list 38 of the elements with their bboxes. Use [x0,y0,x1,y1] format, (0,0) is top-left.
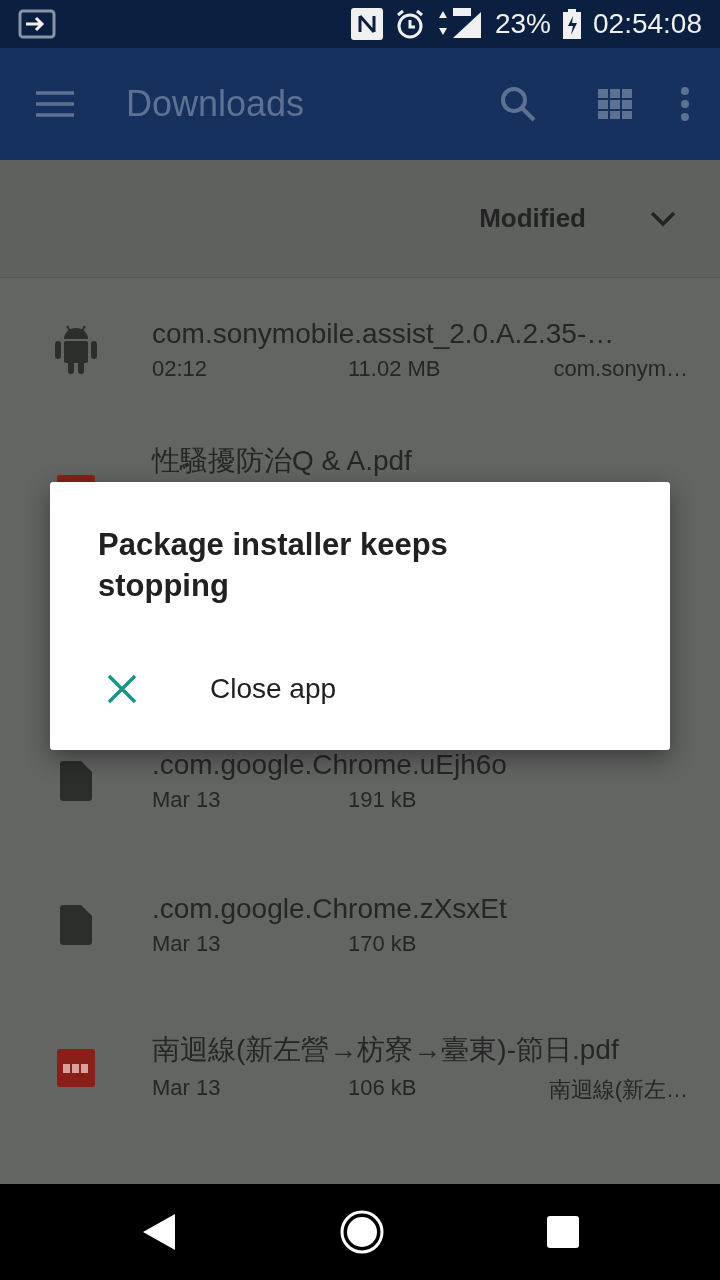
recents-icon[interactable] [546,1216,579,1248]
file-date: Mar 13 [152,1075,222,1103]
back-icon[interactable] [141,1212,178,1252]
file-source: 南迴線(新左… [547,1076,688,1105]
nfc-icon [350,8,383,40]
file-date: Mar 13 [152,930,222,957]
file-name[interactable]: .com.google.Chrome.uEjh6o [152,748,688,781]
chevron-down-icon[interactable] [650,210,676,227]
more-icon[interactable] [680,87,690,121]
file-size: 191 kB [348,786,418,813]
grid-icon[interactable] [598,89,632,119]
clock: 02:54:08 [593,8,702,40]
battery-icon [563,9,581,39]
sort-label[interactable]: Modified [479,203,586,234]
alarm-icon [394,9,425,39]
file-name[interactable]: .com.google.Chrome.zXsxEt [152,892,688,925]
file-source: com.sonym… [552,355,688,382]
battery-percent: 23% [494,8,551,40]
dialog-title: Package installer keeps stopping [98,526,449,605]
app-title: Downloads [126,83,306,125]
file-name[interactable]: com.sonymobile.assist_2.0.A.2.35-… [152,317,688,350]
file-size: 170 kB [348,930,418,957]
file-size: 11.02 MB [348,355,442,382]
android-icon [55,324,97,375]
file-name[interactable]: 南迴線(新左營→枋寮→臺東)-節日.pdf [152,1031,688,1070]
cast-icon [18,9,56,39]
home-icon[interactable] [340,1210,384,1254]
file-date: 02:12 [152,355,209,382]
file-date: Mar 13 [152,786,222,813]
search-icon[interactable] [500,86,536,122]
signal-icon [436,8,483,40]
file-icon [60,904,92,945]
file-size: 106 kB [348,1075,418,1103]
file-icon [60,760,92,801]
file-name[interactable]: 性騷擾防治Q & A.pdf [152,441,688,480]
close-icon [106,673,138,705]
close-app-button[interactable]: Close app [50,644,670,734]
menu-icon[interactable] [36,91,74,117]
